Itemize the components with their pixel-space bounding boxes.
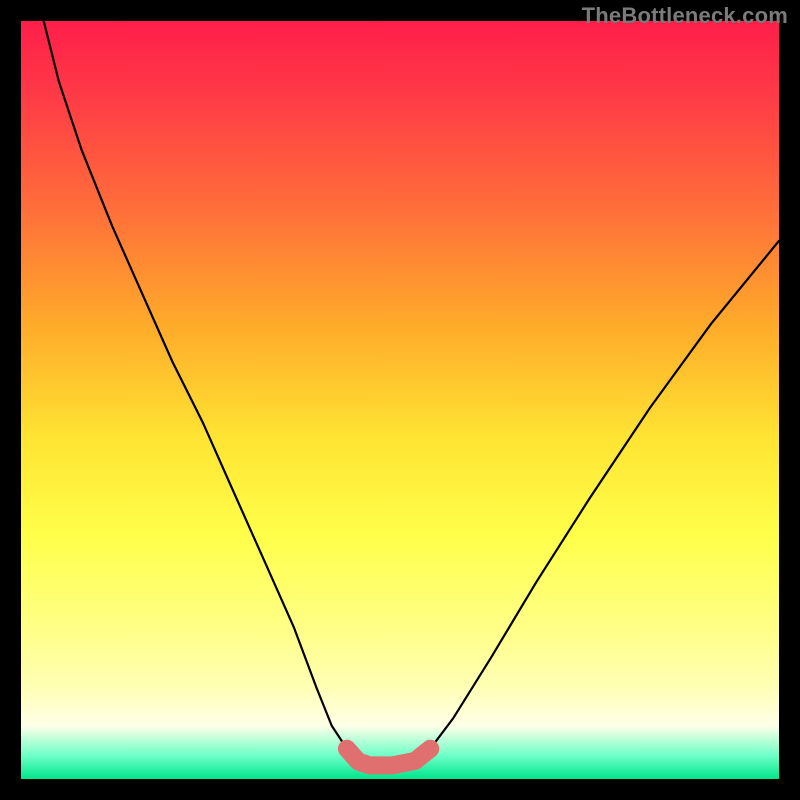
chart-container: TheBottleneck.com [0, 0, 800, 800]
bottleneck-curve [44, 21, 779, 765]
bottom-highlight [347, 749, 430, 766]
curve-layer [21, 21, 779, 779]
